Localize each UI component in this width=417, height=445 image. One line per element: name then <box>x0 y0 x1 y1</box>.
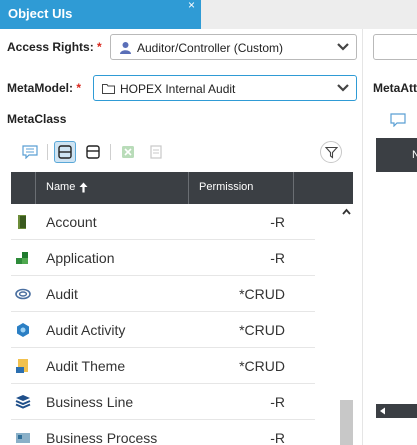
split-view-icon <box>86 145 100 159</box>
toolbar-divider <box>110 144 111 160</box>
table-row[interactable]: Application -R <box>11 240 315 276</box>
account-icon <box>18 215 26 229</box>
right-panel-label: MetaAtt <box>373 81 417 95</box>
view-list-button[interactable] <box>54 141 76 163</box>
table-body: Account -R Application -R Audit *CRUD Au… <box>11 204 341 445</box>
table-row[interactable]: Account -R <box>11 204 315 240</box>
report-icon <box>150 145 162 159</box>
report-button[interactable] <box>145 141 167 163</box>
excel-icon <box>122 146 134 158</box>
right-table-header: N <box>376 138 417 172</box>
metamodel-select[interactable]: HOPEX Internal Audit <box>93 75 357 101</box>
chevron-up-icon[interactable] <box>342 208 351 215</box>
chevron-down-icon <box>337 84 349 92</box>
close-icon[interactable]: × <box>188 0 195 12</box>
metaclass-toolbar <box>19 141 167 163</box>
scrollbar-thumb[interactable] <box>340 400 353 445</box>
audit-activity-icon <box>17 323 29 337</box>
panel-divider <box>362 29 363 445</box>
audit-icon <box>15 288 31 300</box>
metaclass-label: MetaClass <box>7 112 67 126</box>
list-view-icon <box>58 145 72 159</box>
access-rights-value: Auditor/Controller (Custom) <box>137 41 284 55</box>
comment-icon <box>22 145 38 159</box>
comment-icon <box>390 113 406 127</box>
table-row[interactable]: Audit *CRUD <box>11 276 315 312</box>
column-divider <box>35 172 36 204</box>
chevron-down-icon <box>337 43 349 51</box>
table-header: Name Permission <box>11 172 353 204</box>
business-process-icon <box>16 433 30 443</box>
application-icon <box>16 252 28 264</box>
right-horizontal-scrollbar[interactable] <box>376 404 417 418</box>
access-rights-select[interactable]: Auditor/Controller (Custom) <box>110 34 357 60</box>
table-row[interactable]: Audit Activity *CRUD <box>11 312 315 348</box>
tab-title: Object UIs <box>8 6 73 21</box>
table-row[interactable]: Business Line -R <box>11 384 315 420</box>
audit-theme-icon <box>16 359 28 373</box>
chevron-left-icon[interactable] <box>379 407 386 415</box>
right-column-header: N <box>412 149 417 161</box>
table-row[interactable]: Audit Theme *CRUD <box>11 348 315 384</box>
toolbar-divider <box>47 144 48 160</box>
column-divider <box>293 172 294 204</box>
folder-icon <box>102 84 115 94</box>
comment-button[interactable] <box>19 141 41 163</box>
access-rights-label: Access Rights: * <box>7 40 102 54</box>
filter-button[interactable] <box>320 141 342 163</box>
user-icon <box>120 42 131 54</box>
column-header-permission[interactable]: Permission <box>199 181 253 193</box>
metamodel-value: HOPEX Internal Audit <box>120 82 236 96</box>
metamodel-label: MetaModel: * <box>7 81 82 95</box>
right-select[interactable] <box>373 34 417 60</box>
export-excel-button[interactable] <box>117 141 139 163</box>
view-split-button[interactable] <box>82 141 104 163</box>
column-divider <box>188 172 189 204</box>
table-row[interactable]: Business Process -R <box>11 420 315 445</box>
sort-ascending-icon <box>79 182 88 192</box>
column-header-name[interactable]: Name <box>46 181 88 193</box>
business-line-icon <box>15 395 31 409</box>
right-comment-button[interactable] <box>387 109 409 131</box>
filter-icon <box>324 146 338 159</box>
